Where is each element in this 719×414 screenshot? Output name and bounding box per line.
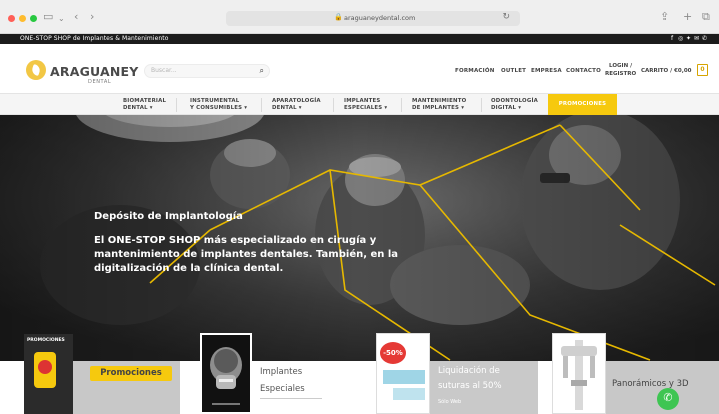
cart-count: 0 (700, 66, 705, 73)
category-instrumental[interactable]: INSTRUMENTAL Y CONSUMIBLES ▾ (190, 94, 258, 116)
thumbnail-title: PROMOCIONES (27, 338, 65, 343)
category-label: DENTAL ▾ (272, 105, 302, 111)
menu-divider (481, 98, 482, 112)
search-input[interactable]: Buscar... ⌕ (144, 64, 270, 78)
category-label: APARATOLOGÍA (272, 98, 321, 104)
nav-link-outlet[interactable]: OUTLET (501, 68, 526, 74)
tile-underline (260, 398, 322, 399)
whatsapp-icon: ✆ (663, 391, 673, 404)
logo-subtitle: DENTAL (88, 79, 112, 85)
lock-icon: 🔒 (334, 13, 343, 21)
suture-pack-image-2 (393, 388, 425, 400)
site-header: ARAGUANEY DENTAL Buscar... ⌕ FORMACIÓN O… (0, 44, 719, 93)
suturas-label-2: suturas al 50% (438, 381, 502, 391)
category-label: DENTAL ▾ (123, 105, 153, 111)
category-label: INSTRUMENTAL (190, 98, 240, 104)
promociones-thumbnail[interactable]: PROMOCIONES (24, 334, 73, 414)
menu-divider (176, 98, 177, 112)
whatsapp-button[interactable]: ✆ (657, 388, 679, 410)
category-label: ESPECIALES ▾ (344, 105, 388, 111)
category-aparatologia[interactable]: APARATOLOGÍA DENTAL ▾ (272, 94, 328, 116)
category-label: ODONTOLOGÍA (491, 98, 539, 104)
menu-divider (261, 98, 262, 112)
share-icon[interactable]: ⇪ (660, 10, 669, 24)
menu-divider (333, 98, 334, 112)
logo-text[interactable]: ARAGUANEY (50, 64, 139, 79)
suture-pack-image (383, 370, 425, 384)
announcement-text: ONE-STOP SHOP de Implantes & Mantenimien… (20, 35, 169, 42)
nav-link-formacion[interactable]: FORMACIÓN (455, 68, 495, 74)
category-label: IMPLANTES (344, 98, 381, 104)
category-odontologia-digital[interactable]: ODONTOLOGÍA DIGITAL ▾ (491, 94, 543, 116)
hero-subtitle: El ONE-STOP SHOP más especializado en ci… (94, 235, 399, 274)
twitter-icon[interactable]: ✦ (686, 35, 691, 42)
address-bar[interactable]: 🔒 araguaneydental.com ↻ (226, 11, 520, 26)
hero-title: Depósito de Implantología (94, 211, 243, 222)
implantes-especiales-label-2: Especiales (260, 384, 305, 394)
instagram-icon[interactable]: ◎ (678, 35, 683, 42)
panoramicos-label: Panorámicos y 3D (612, 379, 689, 389)
cart-icon[interactable]: 0 (697, 64, 708, 76)
category-label: Y CONSUMIBLES ▾ (190, 105, 248, 111)
implantes-especiales-label-1: Implantes (260, 367, 303, 377)
category-label: DE IMPLANTES ▾ (412, 105, 465, 111)
solo-web-text: Sólo Web (438, 399, 462, 405)
browser-toolbar: ▭ ⌄ ‹ › 🔒 araguaneydental.com ↻ ⇪ + ⧉ (0, 0, 719, 34)
search-placeholder: Buscar... (151, 67, 177, 74)
menu-divider (401, 98, 402, 112)
category-implantes-especiales[interactable]: IMPLANTES ESPECIALES ▾ (344, 94, 396, 116)
announcement-bar: ONE-STOP SHOP de Implantes & Mantenimien… (0, 34, 719, 44)
tabs-icon[interactable]: ⧉ (702, 10, 710, 24)
cart-link[interactable]: CARRITO / €0,00 (641, 68, 691, 74)
category-label: PROMOCIONES (558, 101, 607, 107)
register-label: REGISTRO (605, 71, 637, 77)
minimize-window-button[interactable] (19, 15, 26, 22)
category-label: BIOMATERIAL (123, 98, 167, 104)
category-menu: BIOMATERIAL DENTAL ▾ INSTRUMENTAL Y CONS… (0, 93, 719, 116)
browser-window: ▭ ⌄ ‹ › 🔒 araguaneydental.com ↻ ⇪ + ⧉ ON… (0, 0, 719, 414)
nav-link-contacto[interactable]: CONTACTO (566, 68, 601, 74)
back-icon[interactable]: ‹ (74, 10, 78, 24)
implantes-especiales-thumbnail[interactable] (200, 333, 252, 414)
promo-badge-image (38, 360, 52, 374)
sidebar-icon[interactable]: ▭ (43, 10, 53, 24)
chevron-down-icon[interactable]: ⌄ (58, 12, 65, 26)
xray-machine-image (561, 340, 597, 410)
zoom-window-button[interactable] (30, 15, 37, 22)
nav-link-empresa[interactable]: EMPRESA (531, 68, 562, 74)
category-label: DIGITAL ▾ (491, 105, 522, 111)
login-label: LOGIN / (609, 63, 633, 69)
close-window-button[interactable] (8, 15, 15, 22)
login-link[interactable]: LOGIN / REGISTRO (605, 62, 636, 78)
category-label: MANTENIMIENTO (412, 98, 467, 104)
phone-icon[interactable]: ✆ (702, 35, 707, 42)
hero-banner: Depósito de Implantología El ONE-STOP SH… (0, 115, 719, 361)
category-promociones[interactable]: PROMOCIONES (548, 94, 617, 116)
category-mantenimiento[interactable]: MANTENIMIENTO DE IMPLANTES ▾ (412, 94, 478, 116)
url-text: araguaneydental.com (344, 14, 416, 22)
suturas-thumbnail[interactable]: -50% (376, 333, 430, 414)
panoramicos-thumbnail[interactable] (552, 333, 606, 414)
forward-icon[interactable]: › (90, 10, 94, 24)
new-tab-icon[interactable]: + (683, 10, 692, 24)
facebook-icon[interactable]: f (671, 35, 673, 42)
suturas-label-1: Liquidación de (438, 366, 500, 376)
email-icon[interactable]: ✉ (694, 35, 699, 42)
discount-badge: -50% (380, 342, 406, 364)
category-biomaterial[interactable]: BIOMATERIAL DENTAL ▾ (123, 94, 169, 116)
skull-xray-image (210, 347, 242, 405)
search-icon[interactable]: ⌕ (260, 66, 264, 76)
logo-icon[interactable] (26, 60, 46, 80)
promociones-label[interactable]: Promociones (90, 366, 172, 381)
reload-icon[interactable]: ↻ (502, 12, 510, 22)
